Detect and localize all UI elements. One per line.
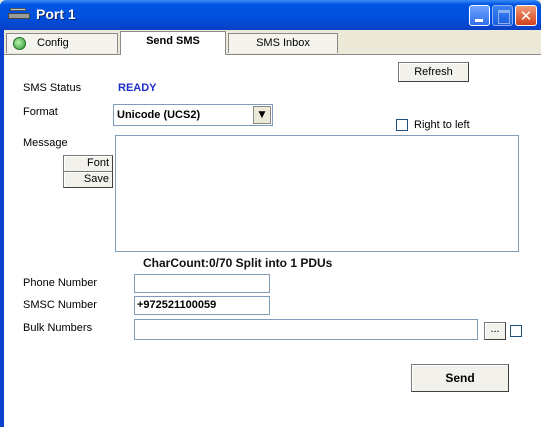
sms-status-label: SMS Status [23,82,82,94]
globe-icon [13,37,26,50]
sms-window: Port 1 ✕ Config Send SMS SMS Inbox Refre… [0,0,541,427]
maximize-button[interactable] [492,5,513,26]
bulk-numbers-label: Bulk Numbers [23,322,93,334]
message-textarea[interactable] [115,135,519,252]
phone-number-label: Phone Number [23,277,97,289]
send-button[interactable]: Send [411,364,509,392]
right-to-left-checkbox[interactable] [396,119,408,131]
smsc-number-input[interactable]: +972521100059 [134,296,270,315]
close-icon: ✕ [519,7,533,25]
char-count: CharCount:0/70 Split into 1 PDUs [143,256,333,270]
font-button[interactable]: Font [63,155,113,172]
phone-number-input[interactable] [134,274,270,293]
minimize-button[interactable] [469,5,490,26]
tab-sms-inbox[interactable]: SMS Inbox [228,33,338,53]
message-label: Message [23,137,68,149]
window-title: Port 1 [36,6,76,22]
tab-bar: Config Send SMS SMS Inbox [4,30,541,55]
browse-button[interactable]: ... [484,322,506,340]
format-selected-value: Unicode (UCS2) [117,109,201,121]
format-select[interactable]: Unicode (UCS2) ▼ [113,104,273,126]
sms-status-value: READY [118,82,157,94]
format-label: Format [23,106,58,118]
refresh-button[interactable]: Refresh [398,62,469,82]
close-button[interactable]: ✕ [515,5,537,26]
tab-config[interactable]: Config [6,33,118,53]
tab-send-sms[interactable]: Send SMS [120,31,226,55]
bulk-numbers-input[interactable] [134,319,478,340]
tab-config-label: Config [37,37,69,49]
smsc-number-label: SMSC Number [23,299,97,311]
save-button[interactable]: Save [63,171,113,188]
dropdown-arrow-icon[interactable]: ▼ [253,106,271,124]
right-to-left-label: Right to left [414,119,470,131]
port-icon [8,8,30,20]
bulk-numbers-checkbox[interactable] [510,325,522,337]
title-bar[interactable]: Port 1 ✕ [0,0,541,30]
